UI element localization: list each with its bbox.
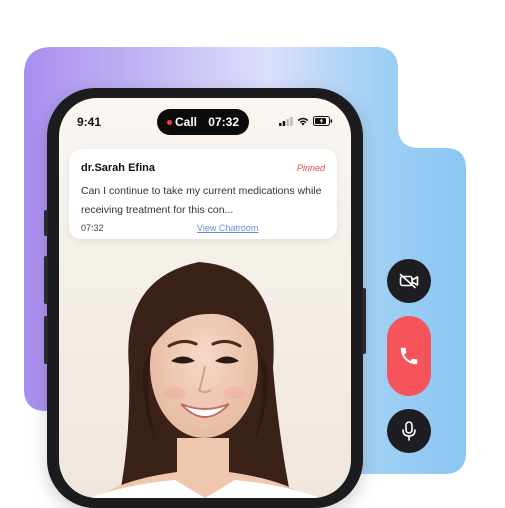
phone-icon <box>400 347 418 365</box>
phone-side-button <box>44 210 48 236</box>
video-toggle-button[interactable] <box>387 259 431 303</box>
microphone-button[interactable] <box>387 409 431 453</box>
call-duration: 07:32 <box>208 115 239 129</box>
phone-power-button <box>362 288 366 354</box>
recording-dot-icon <box>167 119 172 125</box>
call-label: Call <box>175 115 198 129</box>
call-pill[interactable]: Call 07:32 <box>157 109 249 135</box>
status-icons <box>279 116 333 126</box>
end-call-button[interactable] <box>387 316 431 396</box>
video-off-icon <box>399 273 419 289</box>
doctor-video-feed <box>89 262 321 498</box>
view-chatroom-link[interactable]: View Chatroom <box>197 223 258 233</box>
status-time: 9:41 <box>77 115 102 129</box>
doctor-name: dr.Sarah Efina <box>81 162 155 174</box>
status-bar: 9:41 Call 07:32 <box>59 98 351 142</box>
pinned-badge: Pinned <box>296 163 325 173</box>
signal-icon <box>279 116 293 126</box>
wifi-icon <box>297 117 309 125</box>
phone-volume-up-button <box>44 256 48 304</box>
phone-volume-down-button <box>44 316 48 364</box>
battery-icon <box>313 116 333 126</box>
pinned-message-card[interactable]: dr.Sarah Efina Pinned Can I continue to … <box>69 149 337 239</box>
phone-frame: 9:41 Call 07:32 dr.Sarah Efina Pinned Ca… <box>44 88 366 508</box>
phone-screen: 9:41 Call 07:32 dr.Sarah Efina Pinned Ca… <box>59 98 351 498</box>
message-preview: Can I continue to take my current medica… <box>81 185 322 216</box>
message-time: 07:32 <box>81 223 104 233</box>
microphone-icon <box>402 421 416 441</box>
